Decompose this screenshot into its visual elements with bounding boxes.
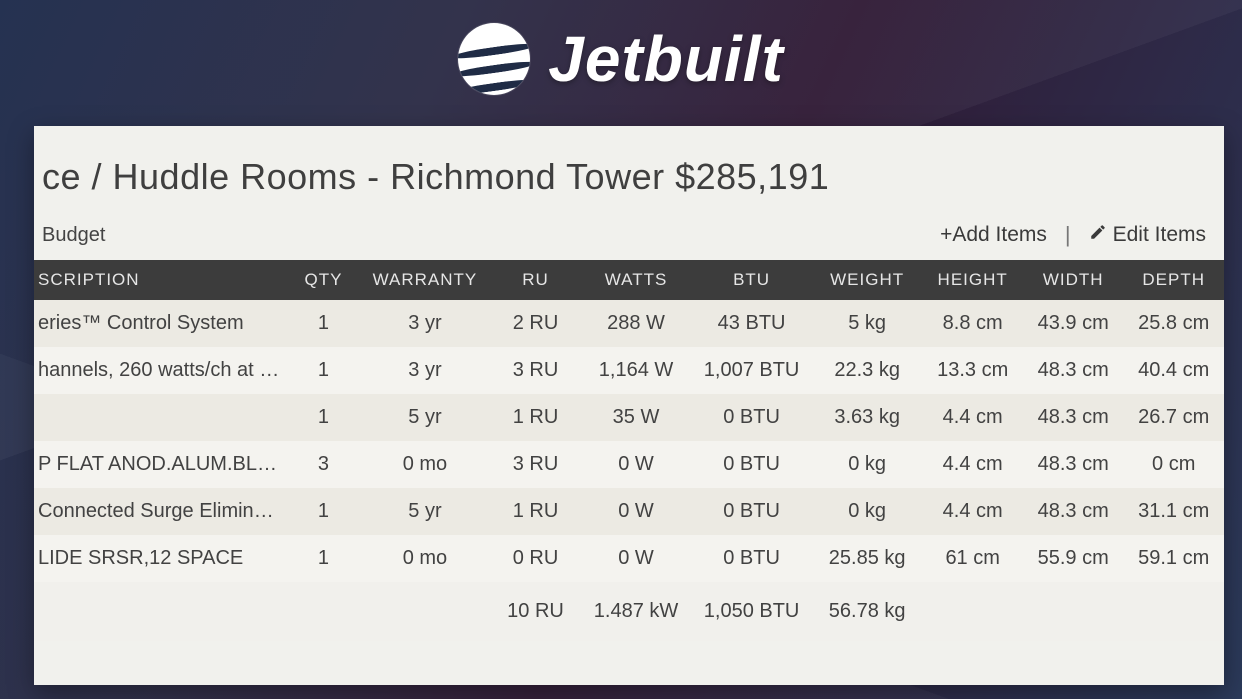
edit-items-label: Edit Items xyxy=(1113,223,1206,247)
cell-depth: 40.4 cm xyxy=(1123,347,1224,394)
col-ru[interactable]: RU xyxy=(490,260,580,300)
cell-qty: 1 xyxy=(287,300,359,347)
cell-weight: 22.3 kg xyxy=(812,347,923,394)
cell-depth: 26.7 cm xyxy=(1123,394,1224,441)
col-depth[interactable]: DEPTH xyxy=(1123,260,1224,300)
col-height[interactable]: HEIGHT xyxy=(922,260,1023,300)
cell-depth: 25.8 cm xyxy=(1123,300,1224,347)
project-panel: ce / Huddle Rooms - Richmond Tower $285,… xyxy=(34,126,1224,685)
cell-width: 48.3 cm xyxy=(1023,441,1124,488)
cell-warranty: 5 yr xyxy=(360,488,491,535)
table-row[interactable]: P FLAT ANOD.ALUM.BLANK30 mo3 RU0 W0 BTU0… xyxy=(34,441,1224,488)
cell-ru: 3 RU xyxy=(490,441,580,488)
cell-qty: 1 xyxy=(287,488,359,535)
jetbuilt-logo-icon xyxy=(458,23,530,95)
cell-weight: 25.85 kg xyxy=(812,535,923,582)
cell-description xyxy=(34,394,287,441)
items-toolbar: Budget +Add Items | Edit Items xyxy=(34,198,1224,260)
cell-width: 43.9 cm xyxy=(1023,300,1124,347)
toolbar-separator: | xyxy=(1065,222,1071,248)
cell-height: 4.4 cm xyxy=(922,441,1023,488)
cell-width: 48.3 cm xyxy=(1023,394,1124,441)
cell-qty: 1 xyxy=(287,347,359,394)
col-watts[interactable]: WATTS xyxy=(581,260,692,300)
cell-warranty: 3 yr xyxy=(360,347,491,394)
edit-items-button[interactable]: Edit Items xyxy=(1089,223,1206,247)
cell-weight: 5 kg xyxy=(812,300,923,347)
add-items-button[interactable]: +Add Items xyxy=(940,223,1047,247)
cell-height: 4.4 cm xyxy=(922,488,1023,535)
cell-depth: 0 cm xyxy=(1123,441,1224,488)
table-totals-row: 10 RU 1.487 kW 1,050 BTU 56.78 kg xyxy=(34,582,1224,641)
cell-watts: 0 W xyxy=(581,535,692,582)
cell-width: 48.3 cm xyxy=(1023,488,1124,535)
cell-ru: 0 RU xyxy=(490,535,580,582)
cell-weight: 3.63 kg xyxy=(812,394,923,441)
col-qty[interactable]: QTY xyxy=(287,260,359,300)
cell-ru: 2 RU xyxy=(490,300,580,347)
cell-warranty: 3 yr xyxy=(360,300,491,347)
cell-btu: 1,007 BTU xyxy=(691,347,812,394)
pencil-icon xyxy=(1089,223,1107,247)
cell-depth: 59.1 cm xyxy=(1123,535,1224,582)
total-watts: 1.487 kW xyxy=(581,582,692,641)
page-title: ce / Huddle Rooms - Richmond Tower $285,… xyxy=(34,126,1224,198)
cell-description: hannels, 260 watts/ch at 8... xyxy=(34,347,287,394)
table-header-row: SCRIPTION QTY WARRANTY RU WATTS BTU WEIG… xyxy=(34,260,1224,300)
total-btu: 1,050 BTU xyxy=(691,582,812,641)
cell-watts: 1,164 W xyxy=(581,347,692,394)
cell-height: 4.4 cm xyxy=(922,394,1023,441)
cell-qty: 1 xyxy=(287,535,359,582)
table-row[interactable]: 15 yr1 RU35 W0 BTU3.63 kg4.4 cm48.3 cm26… xyxy=(34,394,1224,441)
col-btu[interactable]: BTU xyxy=(691,260,812,300)
items-table: SCRIPTION QTY WARRANTY RU WATTS BTU WEIG… xyxy=(34,260,1224,641)
cell-warranty: 0 mo xyxy=(360,535,491,582)
cell-watts: 288 W xyxy=(581,300,692,347)
cell-ru: 1 RU xyxy=(490,488,580,535)
cell-btu: 0 BTU xyxy=(691,535,812,582)
cell-ru: 3 RU xyxy=(490,347,580,394)
col-width[interactable]: WIDTH xyxy=(1023,260,1124,300)
cell-description: Connected Surge Eliminato... xyxy=(34,488,287,535)
budget-label: Budget xyxy=(40,224,105,247)
total-weight: 56.78 kg xyxy=(812,582,923,641)
col-description[interactable]: SCRIPTION xyxy=(34,260,287,300)
cell-watts: 0 W xyxy=(581,488,692,535)
cell-width: 55.9 cm xyxy=(1023,535,1124,582)
cell-qty: 1 xyxy=(287,394,359,441)
cell-btu: 43 BTU xyxy=(691,300,812,347)
col-warranty[interactable]: WARRANTY xyxy=(360,260,491,300)
cell-depth: 31.1 cm xyxy=(1123,488,1224,535)
table-row[interactable]: LIDE SRSR,12 SPACE10 mo0 RU0 W0 BTU25.85… xyxy=(34,535,1224,582)
cell-watts: 35 W xyxy=(581,394,692,441)
cell-btu: 0 BTU xyxy=(691,441,812,488)
cell-description: P FLAT ANOD.ALUM.BLANK xyxy=(34,441,287,488)
cell-qty: 3 xyxy=(287,441,359,488)
cell-btu: 0 BTU xyxy=(691,394,812,441)
cell-warranty: 5 yr xyxy=(360,394,491,441)
cell-description: LIDE SRSR,12 SPACE xyxy=(34,535,287,582)
cell-weight: 0 kg xyxy=(812,488,923,535)
cell-watts: 0 W xyxy=(581,441,692,488)
cell-warranty: 0 mo xyxy=(360,441,491,488)
total-ru: 10 RU xyxy=(490,582,580,641)
table-row[interactable]: eries™ Control System13 yr2 RU288 W43 BT… xyxy=(34,300,1224,347)
brand-header: Jetbuilt xyxy=(0,0,1242,96)
cell-height: 61 cm xyxy=(922,535,1023,582)
cell-height: 8.8 cm xyxy=(922,300,1023,347)
cell-height: 13.3 cm xyxy=(922,347,1023,394)
table-row[interactable]: Connected Surge Eliminato...15 yr1 RU0 W… xyxy=(34,488,1224,535)
table-row[interactable]: hannels, 260 watts/ch at 8...13 yr3 RU1,… xyxy=(34,347,1224,394)
cell-btu: 0 BTU xyxy=(691,488,812,535)
cell-description: eries™ Control System xyxy=(34,300,287,347)
cell-width: 48.3 cm xyxy=(1023,347,1124,394)
col-weight[interactable]: WEIGHT xyxy=(812,260,923,300)
cell-weight: 0 kg xyxy=(812,441,923,488)
cell-ru: 1 RU xyxy=(490,394,580,441)
brand-name: Jetbuilt xyxy=(548,22,784,96)
